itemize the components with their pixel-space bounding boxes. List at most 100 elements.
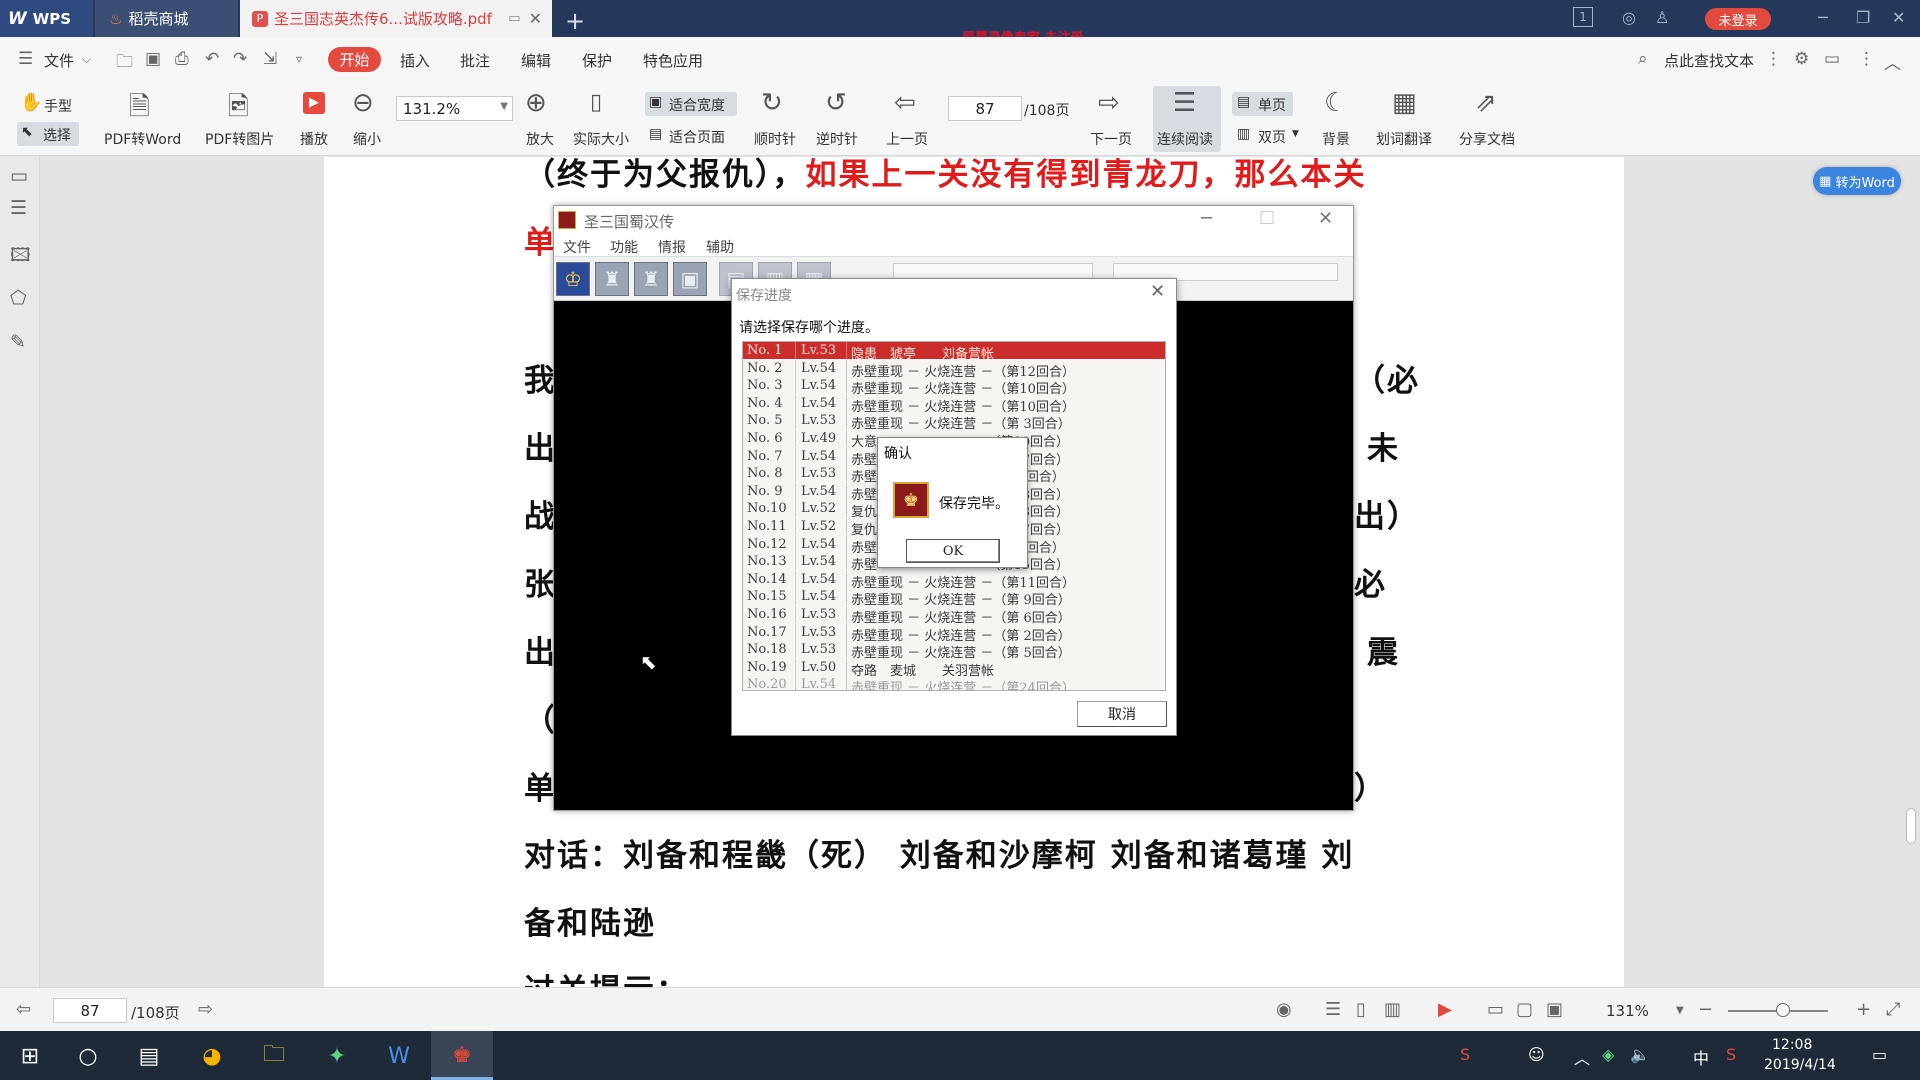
continuous-read-button[interactable]: ☰ 连续阅读 [1153,86,1221,152]
zoom-in-button[interactable]: 放大 [526,129,554,149]
game-menu-file[interactable]: 文件 [563,237,591,257]
thumbnails-icon[interactable]: ▭ [10,165,28,187]
play-icon[interactable]: ▶ [1438,999,1452,1020]
print-icon[interactable]: ⎙ [175,49,189,69]
image-icon[interactable]: 🖾 [10,241,31,273]
quick-access-dropdown-icon[interactable]: ▿ [296,52,302,66]
notification-icon[interactable]: ▭ [1872,1045,1887,1064]
redo-icon[interactable]: ↷ [233,49,247,69]
open-folder-icon[interactable]: 🗀 [116,49,133,78]
share-document-button[interactable]: 分享文档 [1459,129,1515,149]
castle-icon[interactable]: ♜ [634,262,668,296]
sogou-tray-icon[interactable]: S [1460,1045,1470,1064]
page-count-badge[interactable]: 1 [1573,7,1593,27]
cortana-search-icon[interactable]: ○ [72,1040,104,1072]
menu-edit[interactable]: 编辑 [521,50,551,71]
translate-button[interactable]: 划词翻译 [1376,129,1432,149]
fortress-icon[interactable]: ▣ [673,262,707,296]
save-slot-row[interactable]: No.18 Lv.53 赤壁重现 － 火烧连营 －（第 5回合） [743,641,1165,661]
save-slot-row[interactable]: No.19 Lv.50 夺路 麦城 关羽营帐 [743,658,1165,679]
fit-width-button[interactable]: ▣ 适合宽度 [645,92,737,116]
restore-icon[interactable]: ❐ [1856,8,1870,27]
page-number-input[interactable]: 87 [948,96,1022,121]
convert-to-word-button[interactable]: ▦ 转为Word [1813,167,1901,195]
general-portrait-icon[interactable]: ♔ [556,262,590,296]
hand-tool-button[interactable]: 手型 [44,96,72,116]
save-slot-row[interactable]: No. 4 Lv.54 赤壁重现 － 火烧连营 －（第10回合） [743,394,1165,415]
tray-expand-icon[interactable]: ︿ [1574,1045,1590,1069]
zoom-out-icon[interactable]: − [1698,999,1713,1020]
previous-page-button[interactable]: 上一页 [886,129,928,149]
zoom-slider-knob[interactable] [1776,1003,1790,1017]
hamburger-icon[interactable]: ☰ [18,49,33,69]
previous-page-icon[interactable]: ⇦ [16,999,31,1020]
game-taskbar-button[interactable]: ♚ [431,1031,493,1080]
menu-protect[interactable]: 保护 [582,50,612,71]
new-tab-button[interactable]: + [565,2,585,39]
statusbar-zoom-value[interactable]: 131% [1606,1002,1649,1020]
single-view-icon[interactable]: ▯ [1356,999,1366,1020]
zoom-out-button[interactable]: 缩小 [353,129,381,149]
bookmark-icon[interactable]: ⬠ [10,287,27,309]
zoom-dropdown-icon[interactable]: ▼ [500,101,508,112]
wps-taskbar-icon[interactable]: W [383,1040,415,1072]
next-page-icon[interactable]: ⇨ [198,999,213,1020]
save-slot-row[interactable]: No.15 Lv.54 赤壁重现 － 火烧连营 －（第 9回合） [743,588,1165,608]
save-slot-row[interactable]: No.14 Lv.54 赤壁重现 － 火烧连营 －（第11回合） [743,570,1165,591]
menu-insert[interactable]: 插入 [400,50,430,71]
zoom-in-icon[interactable]: + [1856,999,1871,1020]
bird-app-icon[interactable]: ✦ [321,1040,353,1072]
pdf-to-word-button[interactable]: PDF转Word [104,129,181,149]
zoom-dropdown-icon[interactable]: ▼ [1676,1005,1684,1016]
gear-icon[interactable]: ⚙ [1794,49,1809,69]
background-button[interactable]: 背景 [1322,129,1350,149]
save-dialog-close-icon[interactable]: ✕ [1150,281,1165,302]
play-button[interactable]: 播放 [300,129,328,149]
save-slot-row[interactable]: No. 1 Lv.53 隐患 猇亭 刘备营帐 [743,342,1165,362]
chevron-down-icon[interactable]: ⌵ [82,52,91,67]
tab-docer-shop[interactable]: ♨ 稻壳商城 [95,0,238,37]
volume-icon[interactable]: 🔈 [1630,1045,1650,1064]
collapse-ribbon-icon[interactable]: ︿ [1884,49,1901,74]
more-vertical-icon[interactable]: ⋮ [1765,49,1782,69]
statusbar-page-input[interactable]: 87 [53,998,127,1023]
task-view-icon[interactable]: ▤ [133,1040,165,1072]
game-minimize-icon[interactable]: ─ [1201,208,1212,229]
minimize-icon[interactable]: ─ [1818,8,1828,27]
tab-pdf-document[interactable]: P 圣三国志英杰传6...试版攻略.pdf ▭ ✕ [240,0,552,37]
sogou-ime-icon[interactable]: S [1726,1045,1736,1064]
save-icon[interactable]: ▣ [145,49,161,69]
menu-annotate[interactable]: 批注 [460,50,490,71]
cancel-button[interactable]: 取消 [1077,701,1167,727]
fullscreen-icon[interactable]: ⤢ [1886,999,1900,1020]
rotate-clockwise-button[interactable]: 顺时针 [754,129,796,149]
next-page-button[interactable]: 下一页 [1090,129,1132,149]
menu-start[interactable]: 开始 [328,47,381,72]
pdf-to-image-button[interactable]: PDF转图片 [205,129,274,149]
annotation-icon[interactable]: ✎ [10,331,26,353]
clock-time[interactable]: 12:08 [1772,1037,1812,1053]
outline-icon[interactable]: ☰ [10,197,27,219]
export-icon[interactable]: ⇲ [263,49,277,69]
windows-start-icon[interactable]: ⊞ [14,1040,46,1072]
single-page-button[interactable]: ▤ 单页 [1232,92,1293,116]
save-slot-row[interactable]: No.20 Lv.54 赤壁重现 － 火烧连营 －（第24回合） [743,676,1165,690]
close-tab-icon[interactable]: ✕ [529,9,542,28]
menu-features[interactable]: 特色应用 [643,50,703,71]
skin-icon[interactable]: ♙ [1655,8,1669,27]
save-slot-row[interactable]: No. 5 Lv.53 赤壁重现 － 火烧连营 －（第 3回合） [743,412,1165,432]
color-app-icon[interactable]: ◕ [196,1040,228,1072]
double-page-button[interactable]: ▥ 双页 ▼ [1232,124,1302,148]
zoom-input[interactable]: 131.2% ▼ [396,96,513,121]
clock-date[interactable]: 2019/4/14 [1764,1057,1836,1073]
select-tool-button[interactable]: ⬉ 选择 [17,122,79,146]
game-menu-function[interactable]: 功能 [610,237,638,257]
game-maximize-icon[interactable]: ☐ [1259,208,1275,229]
ok-button[interactable]: OK [906,539,1000,563]
fit-page-button[interactable]: ▤ 适合页面 [645,124,737,148]
search-icon[interactable]: ⌕ [1638,49,1648,69]
actual-size-button[interactable]: 实际大小 [573,129,629,149]
wps-home-tab[interactable]: W WPS [0,0,93,37]
save-slot-row[interactable]: No.16 Lv.53 赤壁重现 － 火烧连营 －（第 6回合） [743,606,1165,626]
save-slot-row[interactable]: No. 3 Lv.54 赤壁重现 － 火烧连营 －（第10回合） [743,377,1165,397]
